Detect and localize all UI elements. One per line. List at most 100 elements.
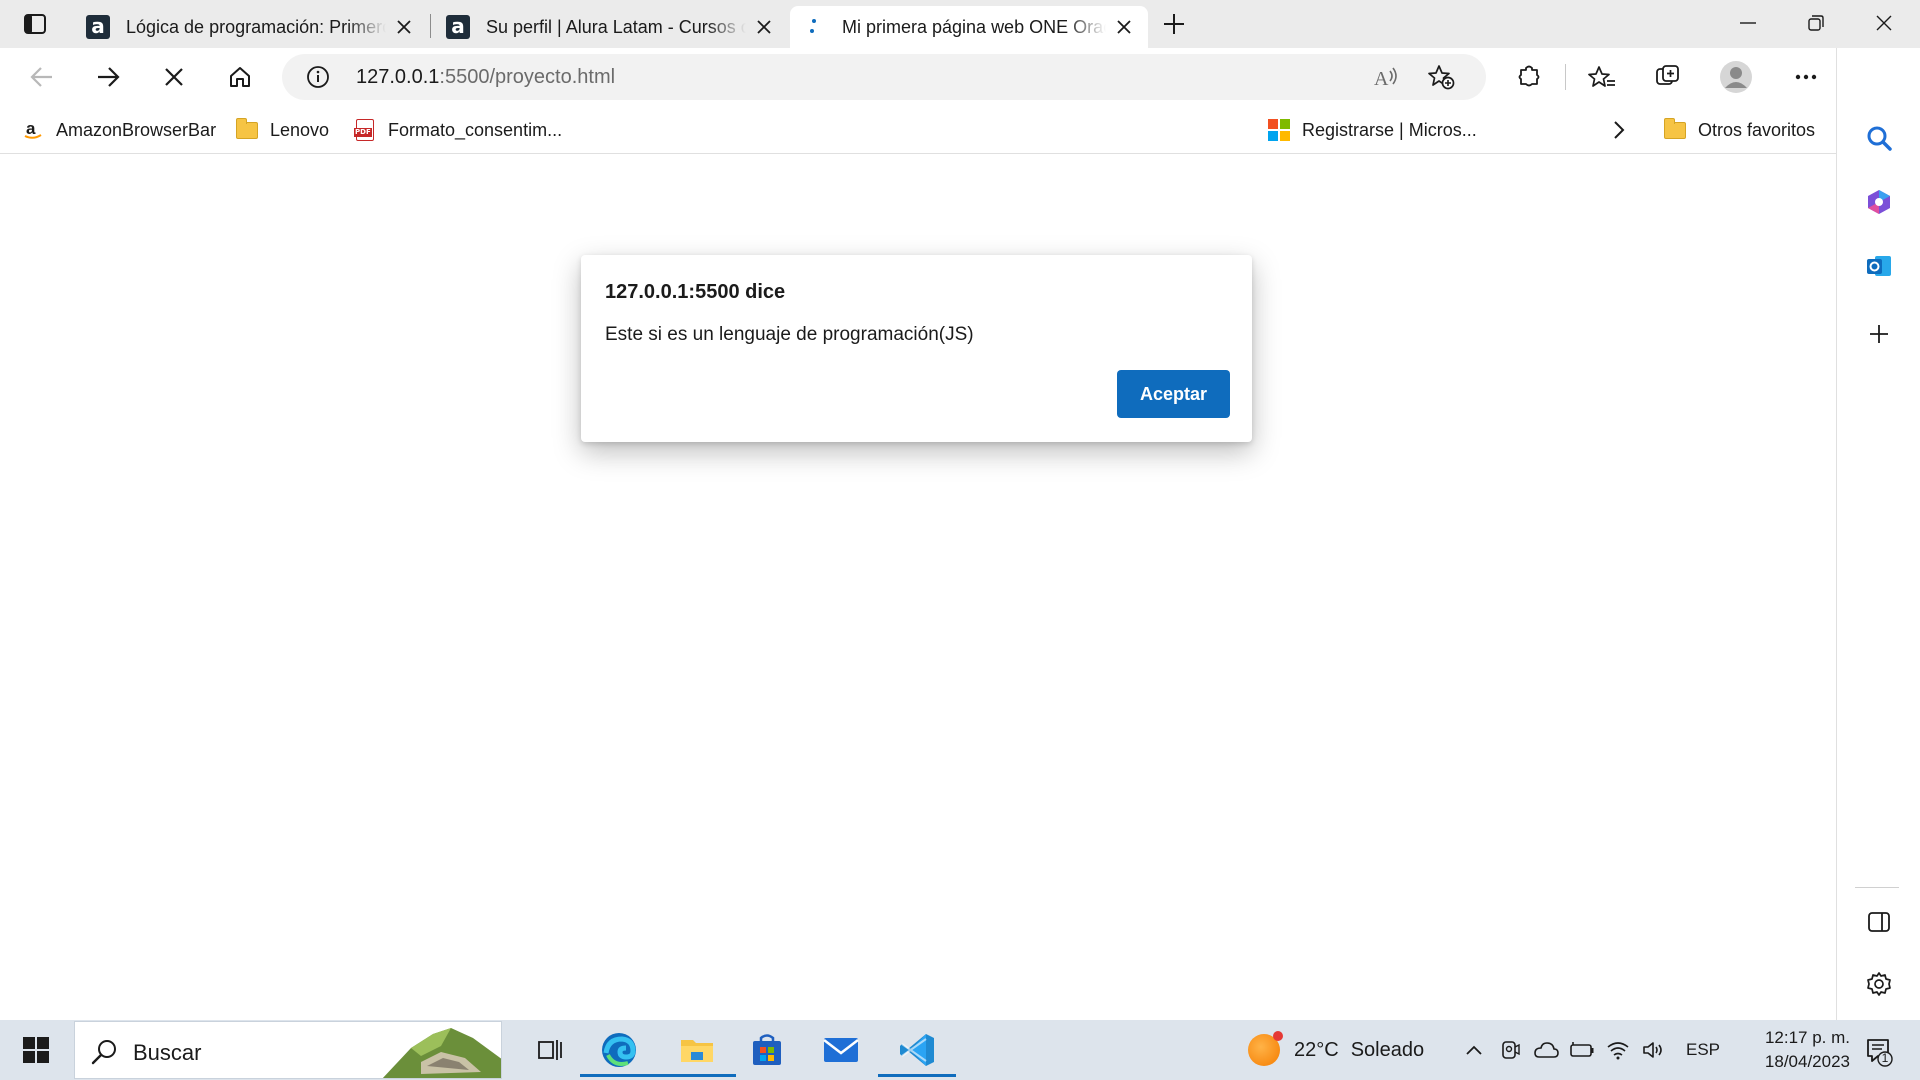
favorites-overflow-button[interactable] — [1612, 114, 1626, 146]
accept-button[interactable]: Aceptar — [1117, 370, 1230, 418]
folder-icon — [236, 117, 258, 141]
taskbar-file-explorer[interactable] — [658, 1023, 736, 1077]
battery-tray[interactable] — [1568, 1036, 1596, 1064]
page-content: 127.0.0.1:5500 dice Este si es un lengua… — [0, 154, 1836, 1020]
folder-icon — [1664, 117, 1686, 141]
arrow-right-icon — [98, 67, 120, 87]
favorites-button[interactable] — [1582, 58, 1622, 96]
file-explorer-icon — [681, 1040, 713, 1062]
tab-logica[interactable]: a Lógica de programación: Primeros pasos — [74, 6, 428, 48]
url-path: :5500/proyecto.html — [439, 66, 616, 88]
onedrive-tray[interactable] — [1532, 1036, 1560, 1064]
notification-center-button[interactable]: 1 — [1858, 1034, 1898, 1068]
mail-icon — [823, 1038, 859, 1062]
stop-icon — [165, 68, 183, 86]
volume-tray[interactable] — [1640, 1036, 1668, 1064]
sidebar-divider — [1855, 887, 1899, 888]
favorite-formato-pdf[interactable]: PDF Formato_consentim... — [354, 114, 562, 146]
task-view-icon — [538, 1040, 562, 1060]
new-tab-button[interactable] — [1158, 10, 1190, 38]
taskbar-edge[interactable] — [580, 1023, 658, 1077]
collections-button[interactable] — [1648, 58, 1688, 96]
show-hidden-icons-button[interactable] — [1460, 1036, 1488, 1064]
gear-icon — [1867, 972, 1891, 996]
sidebar-hide-button[interactable] — [1857, 900, 1901, 944]
url-text[interactable]: 127.0.0.1:5500/proyecto.html — [356, 66, 615, 89]
read-aloud-icon[interactable]: A — [1372, 63, 1402, 91]
svg-text:A: A — [1374, 68, 1389, 89]
restore-button[interactable] — [1782, 0, 1850, 46]
url-host: 127.0.0.1 — [356, 66, 440, 88]
profile-button[interactable] — [1716, 58, 1756, 96]
tab-close-icon[interactable] — [752, 15, 776, 39]
tab-close-icon[interactable] — [392, 15, 416, 39]
plus-icon — [1870, 325, 1888, 343]
system-clock[interactable]: 12:17 p. m. 18/04/2023 — [1730, 1026, 1850, 1074]
wifi-tray[interactable] — [1604, 1036, 1632, 1064]
taskbar-microsoft-store[interactable] — [728, 1023, 806, 1077]
start-button[interactable] — [14, 1032, 58, 1068]
clock-time: 12:17 p. m. — [1764, 1028, 1850, 1047]
sidebar-add-button[interactable] — [1857, 312, 1901, 356]
taskbar-mail[interactable] — [802, 1023, 880, 1077]
tab-close-icon[interactable] — [1112, 15, 1136, 39]
browser-toolbar: 127.0.0.1:5500/proyecto.html A — [0, 48, 1920, 106]
tab-active-pagina[interactable]: Mi primera página web ONE Oracle — [790, 6, 1148, 48]
taskbar-vscode[interactable] — [878, 1023, 956, 1077]
pdf-icon: PDF — [354, 119, 376, 141]
add-favorite-icon[interactable] — [1426, 63, 1456, 91]
favorite-otros-favoritos[interactable]: Otros favoritos — [1664, 114, 1815, 146]
tab-actions-icon — [24, 14, 46, 34]
speaker-icon — [1643, 1042, 1662, 1058]
forward-button[interactable] — [88, 58, 128, 96]
taskbar-search-box[interactable]: Buscar — [74, 1021, 502, 1079]
sidebar-outlook-button[interactable] — [1857, 244, 1901, 288]
search-highlight-illustration — [382, 1028, 501, 1078]
sidebar-search-button[interactable] — [1857, 116, 1901, 160]
home-icon — [230, 67, 250, 87]
settings-and-more-button[interactable] — [1786, 58, 1826, 96]
tab-actions-button[interactable] — [20, 12, 50, 36]
home-button[interactable] — [220, 58, 260, 96]
favorite-amazonbrowserbar[interactable]: a AmazonBrowserBar — [22, 114, 216, 146]
plus-icon — [1164, 14, 1184, 34]
minimize-icon — [1740, 22, 1756, 24]
office-icon — [1868, 190, 1890, 214]
favorite-label: Lenovo — [270, 119, 330, 140]
weather-temperature: 22°C — [1294, 1038, 1339, 1061]
avatar — [1720, 61, 1752, 93]
favorite-registrarse-microsoft[interactable]: Registrarse | Micros... — [1268, 114, 1477, 146]
extensions-button[interactable] — [1509, 58, 1549, 96]
address-bar[interactable]: 127.0.0.1:5500/proyecto.html A — [282, 54, 1486, 100]
more-icon — [1795, 74, 1817, 80]
minimize-button[interactable] — [1714, 0, 1782, 46]
store-icon — [753, 1034, 781, 1065]
puzzle-icon — [1518, 65, 1540, 87]
favorite-label: Otros favoritos — [1698, 119, 1816, 140]
stop-button[interactable] — [154, 58, 194, 96]
meet-now-tray[interactable] — [1496, 1036, 1524, 1064]
tab-title: Lógica de programación: Primeros pasos — [126, 16, 386, 37]
close-window-button[interactable] — [1850, 0, 1918, 46]
windows-icon — [23, 1037, 49, 1063]
favorite-lenovo-folder[interactable]: Lenovo — [236, 114, 329, 146]
alura-icon: a — [86, 15, 110, 39]
info-icon[interactable] — [306, 65, 330, 89]
edge-icon — [602, 1033, 636, 1067]
sidebar-settings-button[interactable] — [1857, 962, 1901, 1006]
task-view-button[interactable] — [512, 1023, 590, 1077]
microsoft-icon — [1268, 119, 1290, 141]
back-button[interactable] — [22, 58, 62, 96]
tab-perfil[interactable]: a Su perfil | Alura Latam - Cursos onlin… — [434, 6, 788, 48]
input-language[interactable]: ESP — [1686, 1040, 1720, 1060]
outlook-icon — [1867, 256, 1891, 276]
loading-icon — [802, 15, 826, 39]
amazon-icon: a — [22, 119, 44, 141]
sidebar-office-button[interactable] — [1857, 180, 1901, 224]
weather-widget[interactable]: 22°C Soleado — [1248, 1031, 1424, 1066]
clock-date: 18/04/2023 — [1764, 1052, 1850, 1071]
search-placeholder: Buscar — [133, 1040, 202, 1065]
favorites-star-icon — [1588, 66, 1615, 87]
dialog-title: 127.0.0.1:5500 dice — [605, 281, 786, 303]
tab-title: Mi primera página web ONE Oracle — [842, 16, 1106, 37]
